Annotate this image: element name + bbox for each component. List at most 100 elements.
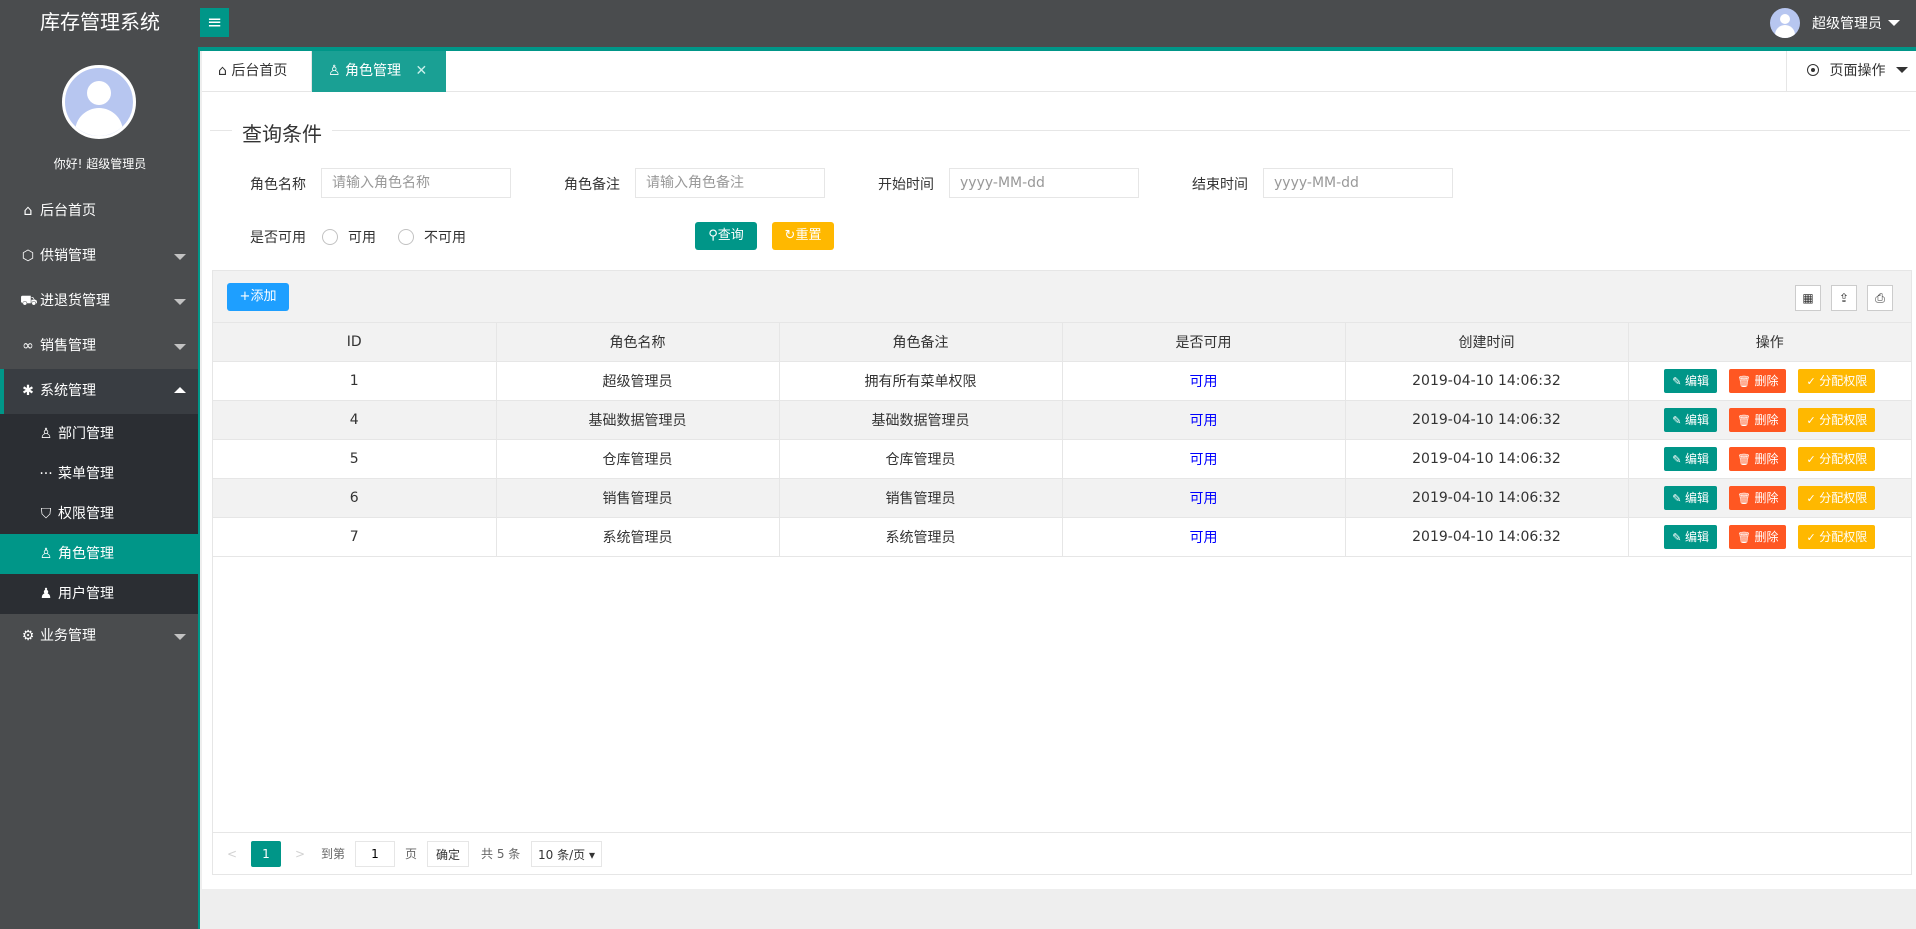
tab-home[interactable]: ⌂ 后台首页 [202, 51, 312, 92]
assign-permission-button[interactable]: ✓ 分配权限 [1798, 485, 1876, 510]
column-header[interactable]: 角色名称 [496, 323, 780, 362]
reset-button[interactable]: ↻重置 [772, 222, 834, 250]
page-operations-menu[interactable]: 页面操作 [1786, 51, 1916, 92]
assign-permission-button[interactable]: ✓ 分配权限 [1798, 446, 1876, 471]
table-row: 5 仓库管理员 仓库管理员 可用 2019-04-10 14:06:32 ✎ 编辑 🗑 删除… [213, 439, 1911, 479]
edit-button[interactable]: ✎ 编辑 [1664, 407, 1717, 432]
cell-actions: ✎ 编辑 🗑 删除 ✓ 分配权限 [1628, 517, 1911, 557]
role-table-panel: +添加 ▦ ⇪ ⎙ ID 角色名称 角色备注 是否可用 创建时间 操作 1 超级管… [212, 270, 1912, 875]
radio-available[interactable]: 可用 [322, 227, 376, 247]
edit-button[interactable]: ✎ 编辑 [1664, 524, 1717, 549]
cell-name: 销售管理员 [496, 478, 780, 518]
sidebar-item-dept[interactable]: ♙ 部门管理 [0, 414, 198, 454]
goto-page-input[interactable] [355, 841, 395, 867]
sidebar-item-user[interactable]: ♟ 用户管理 [0, 574, 198, 614]
cell-created: 2019-04-10 14:06:32 [1345, 439, 1629, 479]
button-label: 删除 [1754, 412, 1779, 427]
cell-name: 超级管理员 [496, 361, 780, 401]
start-time-input[interactable] [949, 168, 1139, 198]
sidebar-item-label: 部门管理 [58, 426, 114, 442]
chevron-down-icon [174, 344, 186, 350]
sidebar-item-sales[interactable]: ∞ 销售管理 [0, 324, 198, 369]
goto-confirm-button[interactable]: 确定 [427, 841, 470, 867]
caret-down-icon [1888, 20, 1900, 26]
column-header[interactable]: 是否可用 [1062, 323, 1346, 362]
radio-circle-icon [398, 229, 414, 245]
sidebar-item-role[interactable]: ♙ 角色管理 [0, 534, 198, 574]
button-label: 删除 [1754, 490, 1779, 505]
edit-button[interactable]: ✎ 编辑 [1664, 485, 1717, 510]
footer-area [202, 889, 1916, 929]
column-header[interactable]: 创建时间 [1345, 323, 1629, 362]
menu-toggle-button[interactable]: ≡ [200, 8, 229, 37]
page-size-label: 10 条/页 [538, 848, 586, 862]
cell-actions: ✎ 编辑 🗑 删除 ✓ 分配权限 [1628, 478, 1911, 518]
columns-filter-icon[interactable]: ▦ [1795, 285, 1821, 311]
cell-actions: ✎ 编辑 🗑 删除 ✓ 分配权限 [1628, 361, 1911, 401]
tab-role-management[interactable]: ♙ 角色管理 ✕ [312, 51, 446, 92]
table-row: 6 销售管理员 销售管理员 可用 2019-04-10 14:06:32 ✎ 编辑 🗑 删除… [213, 478, 1911, 518]
sidebar-item-menu[interactable]: ··· 菜单管理 [0, 454, 198, 494]
radio-unavailable[interactable]: 不可用 [398, 227, 466, 247]
sidebar-item-purchase[interactable]: ⛟ 进退货管理 [0, 279, 198, 324]
pencil-icon: ✎ [1672, 374, 1685, 388]
page-number-current[interactable]: 1 [251, 841, 281, 867]
assign-permission-button[interactable]: ✓ 分配权限 [1798, 407, 1876, 432]
cell-available: 可用 [1062, 517, 1346, 557]
search-button[interactable]: ⚲查询 [695, 222, 757, 250]
sidebar-subnav: ♙ 部门管理 ··· 菜单管理 ⛉ 权限管理 ♙ 角色管理 ♟ 用户管理 [0, 414, 198, 614]
chevron-down-icon [174, 299, 186, 305]
cell-available: 可用 [1062, 439, 1346, 479]
pencil-icon: ✎ [1672, 530, 1685, 544]
user-outline-icon: ♙ [328, 63, 341, 79]
sidebar-item-permission[interactable]: ⛉ 权限管理 [0, 494, 198, 534]
export-icon[interactable]: ⇪ [1831, 285, 1857, 311]
edit-button[interactable]: ✎ 编辑 [1664, 446, 1717, 471]
delete-button[interactable]: 🗑 删除 [1729, 446, 1787, 471]
button-label: 分配权限 [1819, 373, 1868, 388]
user-outline-icon: ♙ [39, 546, 53, 562]
add-button[interactable]: +添加 [227, 283, 289, 311]
sidebar-item-system[interactable]: ✱ 系统管理 [0, 369, 198, 414]
gear-icon: ✱ [22, 383, 34, 399]
page-ops-label: 页面操作 [1829, 63, 1886, 79]
assign-permission-button[interactable]: ✓ 分配权限 [1798, 368, 1876, 393]
prev-page-icon[interactable]: < [227, 841, 237, 867]
column-header[interactable]: ID [213, 323, 497, 362]
table-row: 1 超级管理员 拥有所有菜单权限 可用 2019-04-10 14:06:32 ✎ 编辑 🗑… [213, 361, 1911, 401]
close-icon[interactable]: ✕ [415, 63, 427, 79]
avatar [1770, 8, 1800, 38]
shield-icon: ⛉ [40, 506, 52, 522]
role-name-input[interactable] [321, 168, 511, 198]
caret-down-icon [1895, 67, 1908, 73]
shield-check-icon: ✓ [1806, 374, 1820, 388]
user-menu[interactable]: 超级管理员 [1770, 8, 1900, 38]
delete-button[interactable]: 🗑 删除 [1729, 407, 1787, 432]
cell-remark: 拥有所有菜单权限 [779, 361, 1063, 401]
edit-button[interactable]: ✎ 编辑 [1664, 368, 1717, 393]
next-page-icon[interactable]: > [295, 841, 305, 867]
print-icon[interactable]: ⎙ [1867, 285, 1893, 311]
button-label: 编辑 [1684, 412, 1709, 427]
delete-button[interactable]: 🗑 删除 [1729, 524, 1787, 549]
cell-name: 仓库管理员 [496, 439, 780, 479]
page-size-select[interactable]: 10 条/页 ▾ [531, 841, 602, 867]
cell-created: 2019-04-10 14:06:32 [1345, 400, 1629, 440]
column-header[interactable]: 操作 [1628, 323, 1911, 362]
column-header[interactable]: 角色备注 [779, 323, 1063, 362]
role-remark-input[interactable] [635, 168, 825, 198]
sidebar-item-home[interactable]: ⌂ 后台首页 [0, 189, 198, 234]
sidebar-item-business[interactable]: ⚙ 业务管理 [0, 614, 198, 659]
cell-created: 2019-04-10 14:06:32 [1345, 478, 1629, 518]
pencil-icon: ✎ [1672, 452, 1685, 466]
delete-button[interactable]: 🗑 删除 [1729, 368, 1787, 393]
radio-circle-icon [322, 229, 338, 245]
shield-check-icon: ✓ [1806, 452, 1820, 466]
assign-permission-button[interactable]: ✓ 分配权限 [1798, 524, 1876, 549]
end-time-input[interactable] [1263, 168, 1453, 198]
role-remark-label: 角色备注 [564, 177, 620, 193]
trash-icon: 🗑 [1737, 374, 1755, 388]
cell-name: 系统管理员 [496, 517, 780, 557]
delete-button[interactable]: 🗑 删除 [1729, 485, 1787, 510]
sidebar-item-supply[interactable]: ⬡ 供销管理 [0, 234, 198, 279]
